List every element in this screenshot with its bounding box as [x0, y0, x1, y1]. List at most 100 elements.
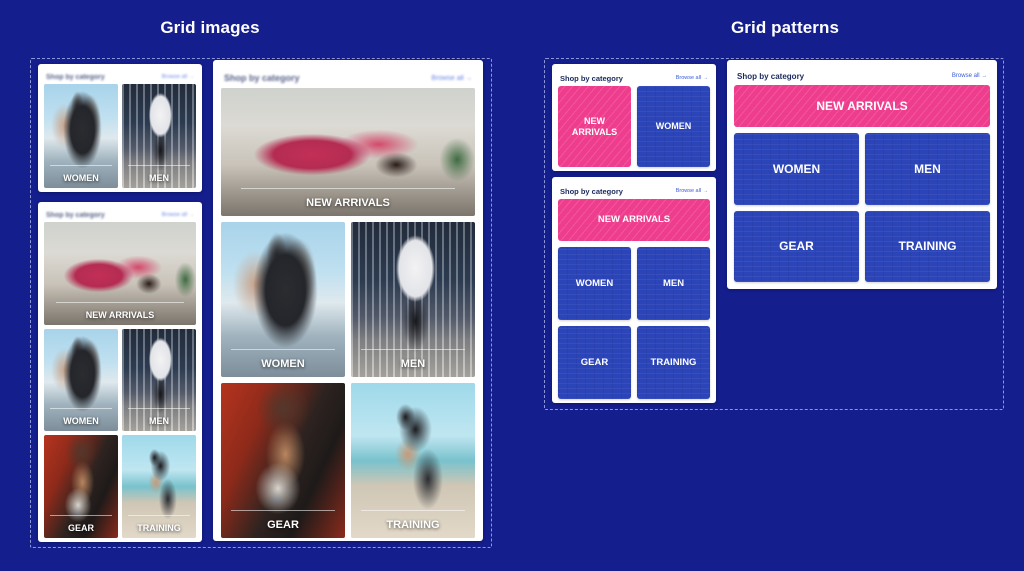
- caption-rule: [360, 349, 466, 350]
- pattern-card-5up-wide[interactable]: Shop by category Browse all → NEW ARRIVA…: [727, 60, 997, 289]
- pattern-grid: NEW ARRIVALS WOMEN MEN GEAR TRAINING: [558, 199, 710, 399]
- panel-title-grid-patterns: Grid patterns: [730, 18, 840, 37]
- pattern-tile-gear[interactable]: GEAR: [734, 210, 859, 282]
- pattern-tile-training[interactable]: TRAINING: [865, 210, 990, 282]
- pattern-grid: NEW ARRIVALS WOMEN: [558, 86, 710, 167]
- image-grid: NEW ARRIVALS WOMEN MEN GEAR TRAINING: [221, 88, 475, 538]
- card-header: Shop by category Browse all →: [44, 208, 196, 222]
- grid-tile-men[interactable]: MEN: [122, 84, 196, 188]
- image-card-2up[interactable]: Shop by category Browse all → WOMEN MEN: [38, 64, 202, 192]
- caption-rule: [241, 188, 455, 189]
- grid-tile-men[interactable]: MEN: [122, 328, 196, 432]
- browse-all-link[interactable]: Browse all →: [162, 212, 194, 218]
- pattern-tile-men[interactable]: MEN: [865, 133, 990, 205]
- caption-rule: [49, 408, 113, 410]
- caption-rule: [360, 510, 466, 511]
- card-header: Shop by category Browse all →: [558, 70, 710, 86]
- tile-caption: GEAR: [67, 522, 94, 533]
- pattern-tile-label: WOMEN: [575, 277, 614, 289]
- pattern-tile-women[interactable]: WOMEN: [734, 133, 859, 205]
- grid-tile-training[interactable]: TRAINING: [351, 383, 475, 538]
- card-header-title: Shop by category: [560, 186, 623, 196]
- card-header-title: Shop by category: [560, 73, 623, 83]
- card-header: Shop by category Browse all →: [44, 70, 196, 84]
- browse-all-label: Browse all: [951, 73, 980, 79]
- caption-rule: [49, 165, 113, 166]
- arrow-right-icon: →: [703, 188, 708, 194]
- pattern-tile-men[interactable]: MEN: [637, 247, 710, 320]
- arrow-right-icon: →: [465, 74, 472, 82]
- browse-all-link[interactable]: Browse all →: [952, 73, 987, 79]
- pattern-tile-new-arrivals[interactable]: NEW ARRIVALS: [558, 86, 631, 167]
- browse-all-link[interactable]: Browse all →: [676, 188, 708, 194]
- tile-photo-women: [221, 222, 345, 377]
- tile-caption: WOMEN: [63, 416, 99, 427]
- pattern-tile-training[interactable]: TRAINING: [637, 326, 710, 399]
- pattern-tile-label: NEW ARRIVALS: [571, 115, 618, 137]
- grid-tile-women[interactable]: WOMEN: [44, 84, 118, 188]
- card-header: Shop by category Browse all →: [221, 68, 475, 88]
- pattern-tile-gear[interactable]: GEAR: [558, 326, 631, 399]
- tile-caption: WOMEN: [63, 173, 99, 183]
- card-header-title: Shop by category: [46, 73, 105, 81]
- image-card-5up-narrow[interactable]: Shop by category Browse all → NEW ARRIVA…: [38, 202, 202, 542]
- grid-tile-new-arrivals[interactable]: NEW ARRIVALS: [221, 88, 475, 216]
- arrow-right-icon: →: [981, 73, 987, 79]
- tile-caption: GEAR: [267, 519, 299, 531]
- pattern-tile-women[interactable]: WOMEN: [558, 247, 631, 320]
- pattern-card-2up[interactable]: Shop by category Browse all → NEW ARRIVA…: [552, 64, 716, 171]
- grid-tile-new-arrivals[interactable]: NEW ARRIVALS: [44, 222, 196, 325]
- caption-rule: [127, 165, 191, 166]
- grid-tile-gear[interactable]: GEAR: [221, 383, 345, 538]
- tile-caption: MEN: [149, 416, 169, 427]
- card-header: Shop by category Browse all →: [558, 183, 710, 199]
- tile-caption: TRAINING: [386, 519, 440, 531]
- tile-photo-training: [351, 383, 475, 538]
- caption-rule: [56, 301, 184, 303]
- caption-rule: [230, 510, 336, 511]
- image-grid: WOMEN MEN: [44, 84, 196, 188]
- pattern-grid: NEW ARRIVALS WOMEN MEN GEAR TRAINING: [734, 85, 990, 282]
- caption-rule: [127, 408, 191, 410]
- pattern-tile-label: WOMEN: [772, 161, 821, 176]
- browse-all-link[interactable]: Browse all →: [431, 75, 472, 82]
- caption-rule: [230, 349, 336, 350]
- tile-photo-men: [351, 222, 475, 377]
- pattern-tile-new-arrivals[interactable]: NEW ARRIVALS: [558, 199, 710, 241]
- pattern-card-5up-narrow[interactable]: Shop by category Browse all → NEW ARRIVA…: [552, 177, 716, 403]
- browse-all-label: Browse all: [161, 74, 188, 80]
- browse-all-label: Browse all: [675, 75, 702, 81]
- tile-caption: NEW ARRIVALS: [306, 197, 390, 209]
- arrow-right-icon: →: [189, 74, 194, 80]
- browse-all-label: Browse all: [675, 188, 702, 194]
- grid-tile-training[interactable]: TRAINING: [122, 435, 196, 538]
- caption-rule: [49, 514, 113, 516]
- pattern-tile-label: GEAR: [580, 356, 609, 368]
- pattern-tile-new-arrivals[interactable]: NEW ARRIVALS: [734, 85, 990, 127]
- arrow-right-icon: →: [703, 75, 708, 81]
- tile-caption: TRAINING: [137, 522, 181, 533]
- pattern-tile-women[interactable]: WOMEN: [637, 86, 710, 167]
- tile-caption: WOMEN: [261, 358, 305, 370]
- pattern-tile-label: TRAINING: [898, 239, 957, 254]
- pattern-tile-label: WOMEN: [655, 121, 692, 132]
- image-card-5up-wide[interactable]: Shop by category Browse all → NEW ARRIVA…: [213, 60, 483, 541]
- tile-caption: NEW ARRIVALS: [85, 309, 155, 320]
- browse-all-link[interactable]: Browse all →: [162, 74, 194, 80]
- grid-tile-men[interactable]: MEN: [351, 222, 475, 377]
- grid-tile-women[interactable]: WOMEN: [44, 328, 118, 432]
- screenshot-canvas: Grid images Grid patterns Shop by catego…: [0, 0, 1024, 571]
- panel-title-grid-images: Grid images: [160, 18, 260, 37]
- pattern-tile-label: MEN: [914, 161, 941, 176]
- tile-caption: MEN: [400, 358, 426, 370]
- grid-tile-women[interactable]: WOMEN: [221, 222, 345, 377]
- browse-all-link[interactable]: Browse all →: [676, 75, 708, 81]
- pattern-tile-label: NEW ARRIVALS: [597, 214, 671, 226]
- card-header-title: Shop by category: [737, 71, 805, 81]
- pattern-tile-label: MEN: [662, 277, 685, 289]
- browse-all-label: Browse all: [161, 212, 188, 218]
- image-grid: NEW ARRIVALS WOMEN MEN GEAR TRAINING: [44, 222, 196, 538]
- tile-photo-gear: [221, 383, 345, 538]
- grid-tile-gear[interactable]: GEAR: [44, 435, 118, 538]
- tile-caption: MEN: [149, 173, 169, 183]
